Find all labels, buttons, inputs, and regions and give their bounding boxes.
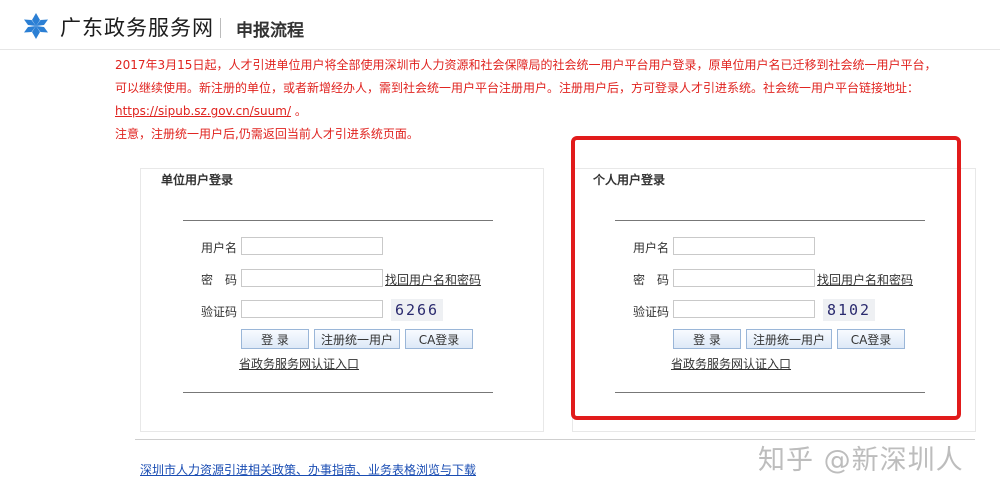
snowflake-logo-icon (24, 13, 48, 39)
panel-top-rule (615, 220, 925, 221)
header-divider (220, 18, 221, 38)
person-find-account-link[interactable]: 找回用户名和密码 (817, 271, 913, 288)
unit-username-label: 用户名 (201, 241, 238, 255)
person-username-label: 用户名 (633, 241, 670, 255)
person-password-input[interactable] (673, 269, 815, 287)
person-register-button[interactable]: 注册统一用户 (746, 329, 832, 349)
suum-link[interactable]: https://sipub.sz.gov.cn/suum/ (115, 104, 291, 118)
site-header: 广东政务服务网 申报流程 (0, 0, 1000, 50)
notice-url-suffix: 。 (294, 104, 307, 118)
unit-username-input[interactable] (241, 237, 383, 255)
unit-captcha-image[interactable]: 6266 (391, 299, 443, 321)
notice-line2: 注意，注册统一用户后,仍需返回当前人才引进系统页面。 (115, 127, 419, 141)
site-name[interactable]: 广东政务服务网 (60, 12, 214, 42)
unit-password-label: 密 码 (201, 273, 238, 287)
person-username-input[interactable] (673, 237, 815, 255)
person-login-title: 个人用户登录 (593, 173, 666, 187)
unit-register-button[interactable]: 注册统一用户 (314, 329, 400, 349)
panel-bottom-rule (615, 392, 925, 393)
person-captcha-input[interactable] (673, 300, 815, 318)
unit-find-account-link[interactable]: 找回用户名和密码 (385, 271, 481, 288)
unit-login-panel: 单位用户登录 用户名 密 码 找回用户名和密码 验证码 6266 登 录 注册统… (140, 168, 544, 432)
unit-login-title: 单位用户登录 (161, 173, 234, 187)
panel-top-rule (183, 220, 493, 221)
person-captcha-image[interactable]: 8102 (823, 299, 875, 321)
notice-line1: 2017年3月15日起，人才引进单位用户将全部使用深圳市人力资源和社会保障局的社… (115, 58, 937, 95)
notice-text: 2017年3月15日起，人才引进单位用户将全部使用深圳市人力资源和社会保障局的社… (115, 54, 945, 146)
unit-password-input[interactable] (241, 269, 383, 287)
person-login-button[interactable]: 登 录 (673, 329, 741, 349)
unit-gov-auth-link[interactable]: 省政务服务网认证入口 (239, 355, 359, 372)
page-title: 申报流程 (236, 21, 304, 41)
person-gov-auth-link[interactable]: 省政务服务网认证入口 (671, 355, 791, 372)
unit-captcha-label: 验证码 (201, 305, 238, 319)
person-password-label: 密 码 (633, 273, 670, 287)
policy-download-link[interactable]: 深圳市人力资源引进相关政策、办事指南、业务表格浏览与下载 (140, 461, 476, 478)
person-login-panel: 个人用户登录 用户名 密 码 找回用户名和密码 验证码 8102 登 录 注册统… (572, 168, 976, 432)
person-ca-login-button[interactable]: CA登录 (837, 329, 905, 349)
zhihu-watermark: 知乎 @新深圳人 (758, 445, 964, 476)
person-captcha-label: 验证码 (633, 305, 670, 319)
unit-ca-login-button[interactable]: CA登录 (405, 329, 473, 349)
unit-login-button[interactable]: 登 录 (241, 329, 309, 349)
unit-captcha-input[interactable] (241, 300, 383, 318)
header-bottom-line (0, 49, 1000, 50)
panel-bottom-rule (183, 392, 493, 393)
